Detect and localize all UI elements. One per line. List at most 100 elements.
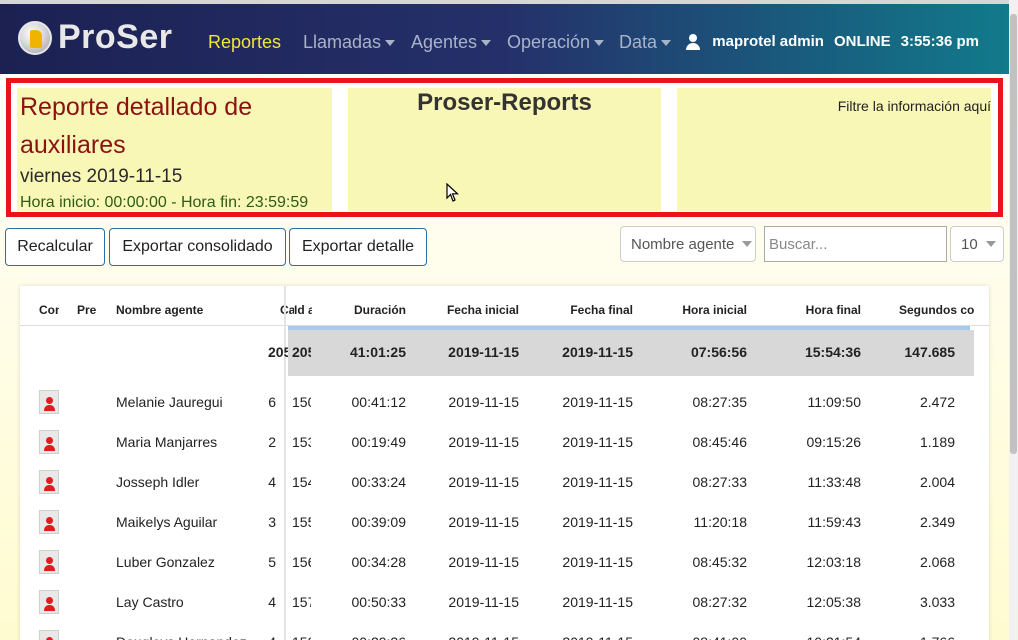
cell-end-date: 2019-11-15 [562,394,633,410]
export-detail-button[interactable]: Exportar detalle [289,228,427,266]
agent-detail-icon[interactable] [39,390,59,414]
agent-detail-icon[interactable] [39,630,59,640]
cell-duration: 00:39:09 [351,514,407,530]
page-scrollbar[interactable] [1009,0,1018,640]
cell-agent-name: Josseph Idler [116,474,200,490]
cell-seconds: 2.349 [919,514,955,530]
sort-column-select[interactable]: Nombre agente [620,226,756,262]
cell-end-time: 12:05:38 [806,594,862,610]
cell-end-time: 09:15:26 [806,434,862,450]
cell-agent-name: Lay Castro [116,594,184,610]
agents-aux-table: Con Pre Nombre agente Cant Id a Duración… [20,286,989,640]
mouse-cursor-icon [446,183,460,202]
nav-agentes[interactable]: Agentes [411,32,492,53]
cell-cant: 4 [268,474,276,490]
cell-end-date: 2019-11-15 [562,474,633,490]
cell-start-date: 2019-11-15 [448,554,519,570]
brand[interactable]: ProSer [18,18,173,57]
cell-start-date: 2019-11-15 [448,394,519,410]
cell-end-time: 11:59:43 [807,514,861,530]
column-header-cant[interactable]: Cant [280,303,294,317]
cell-seconds: 1.189 [919,434,955,450]
column-header-start-time[interactable]: Hora inicial [655,303,747,317]
report-date: viernes 2019-11-15 [20,166,183,187]
cell-seconds: 2.472 [919,394,955,410]
cell-end-time: 11:09:50 [807,394,861,410]
cell-start-time: 08:41:00 [650,634,748,640]
cell-id: 155 [292,514,311,530]
cell-start-date: 2019-11-15 [448,474,519,490]
report-info-panel: Reporte detallado de auxiliares viernes … [17,88,332,211]
nav-operacion[interactable]: Operación [507,32,605,53]
cell-cant: 4 [268,594,276,610]
cell-agent-name: Douglevs Hernandez [116,634,266,640]
cell-agent-name: Maria Manjarres [116,434,218,450]
nav-reportes[interactable]: Reportes [208,32,281,53]
cell-duration: 00:29:26 [320,634,407,640]
chevron-down-icon [661,40,672,47]
cell-id: 154 [292,474,311,490]
cell-start-time: 08:27:35 [692,394,748,410]
cell-duration: 00:34:28 [351,554,407,570]
agent-detail-icon[interactable] [39,430,59,454]
cell-seconds: 1.766 [880,634,955,640]
filter-panel[interactable]: Filtre la información aquí [677,88,991,211]
agent-detail-icon[interactable] [39,550,59,574]
cell-duration: 00:50:33 [351,594,407,610]
report-header-frame: Reporte detallado de auxiliares viernes … [6,78,1003,217]
scrollbar-thumb[interactable] [1010,14,1017,454]
cell-end-date: 2019-11-15 [562,434,633,450]
cell-id: 153 [292,434,311,450]
cell-cant: 5 [268,554,276,570]
column-header-seconds[interactable]: Segundos con [899,303,975,317]
user-icon [686,33,701,50]
chevron-down-icon [481,40,492,47]
user-info[interactable]: maprotel admin ONLINE 3:55:36 pm [686,33,979,50]
agent-detail-icon[interactable] [39,590,59,614]
total-seconds: 147.685 [904,344,955,360]
app-title-panel: Proser-Reports [348,88,661,211]
search-input[interactable] [764,226,947,262]
cell-start-date: 2019-11-15 [448,434,519,450]
cell-start-time: 08:45:46 [692,434,748,450]
column-header-pre[interactable]: Pre [77,303,97,317]
column-header-duration[interactable]: Duración [330,303,406,317]
column-header-agent-name[interactable]: Nombre agente [116,303,256,317]
cell-end-date: 2019-11-15 [562,594,633,610]
cell-duration: 00:33:24 [351,474,407,490]
column-header-start-date[interactable]: Fecha inicial [425,303,519,317]
chevron-down-icon [985,241,996,247]
total-duration: 41:01:25 [349,344,406,360]
nav-llamadas[interactable]: Llamadas [303,32,396,53]
agent-detail-icon[interactable] [39,510,59,534]
cell-agent-name: Melanie Jauregui [116,394,223,410]
cell-seconds: 2.068 [919,554,955,570]
total-start-time: 07:56:56 [690,344,747,360]
column-header-con[interactable]: Con [39,303,59,317]
column-header-end-time[interactable]: Hora final [770,303,861,317]
cell-end-date: 2019-11-15 [562,514,633,530]
recalculate-button[interactable]: Recalcular [5,228,105,266]
nav-data[interactable]: Data [619,32,672,53]
cell-agent-name: Luber Gonzalez [116,554,215,570]
cell-duration: 00:41:12 [351,394,407,410]
filter-hint[interactable]: Filtre la información aquí [677,98,991,114]
export-consolidated-button[interactable]: Exportar consolidado [109,228,286,266]
cell-start-time: 08:27:32 [692,594,748,610]
frozen-column-divider[interactable] [284,286,286,640]
chevron-down-icon [385,40,396,47]
page-size-select[interactable]: 10 [950,226,1004,262]
total-cant: 205 [268,344,288,360]
sort-select-value: Nombre agente [631,235,735,253]
agent-detail-icon[interactable] [39,470,59,494]
column-header-id[interactable]: Id a [294,303,312,317]
cell-start-time: 08:45:32 [692,554,748,570]
cell-start-date: 2019-11-15 [448,514,519,530]
column-header-end-date[interactable]: Fecha final [540,303,633,317]
total-end-date: 2019-11-15 [562,344,633,360]
total-end-time: 15:54:36 [804,344,861,360]
brand-name: ProSer [58,18,173,56]
cell-cant: 6 [268,394,276,410]
cell-start-time: 11:20:18 [693,514,747,530]
cell-end-date: 2019-11-15 [535,634,633,640]
